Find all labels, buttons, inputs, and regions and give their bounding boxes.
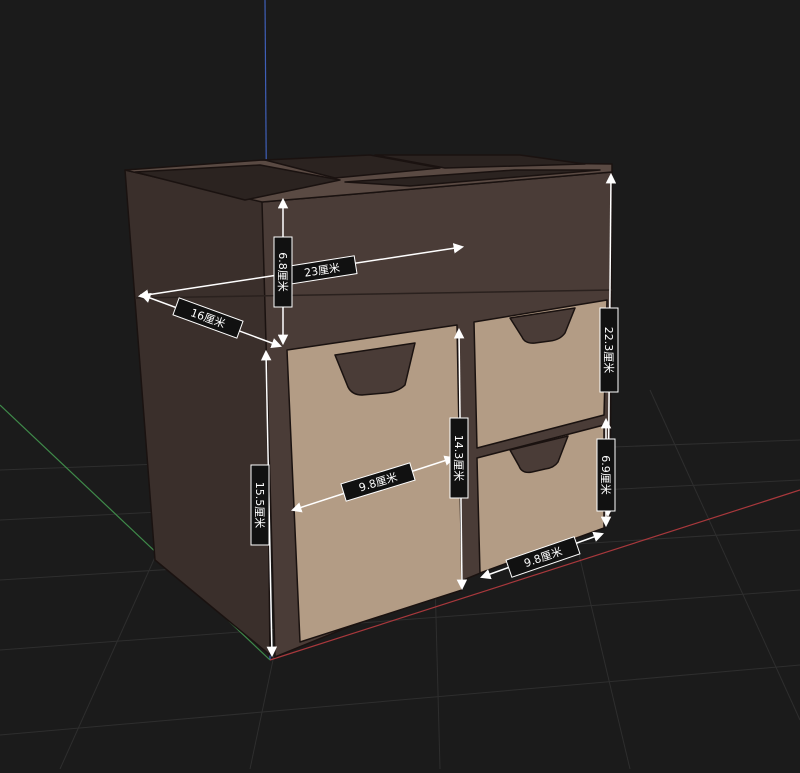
label-top-height: 6.8厘米 xyxy=(273,236,293,308)
label-large-drawer-height-text: 14.3厘米 xyxy=(452,435,465,482)
label-large-drawer-height: 14.3厘米 xyxy=(449,417,469,499)
viewport-canvas[interactable]: 23厘米 16厘米 6.8厘米 15.5厘米 22.3厘米 14.3厘米 9.8… xyxy=(0,0,800,770)
label-top-height-text: 6.8厘米 xyxy=(276,252,289,292)
label-small-drawer-height: 6.9厘米 xyxy=(596,438,616,512)
label-small-drawer-height-text: 6.9厘米 xyxy=(599,455,612,495)
label-total-height-front-text: 22.3厘米 xyxy=(602,327,615,374)
label-total-height-side-text: 15.5厘米 xyxy=(253,482,266,529)
label-total-height-side: 15.5厘米 xyxy=(250,464,270,546)
3d-viewport[interactable]: 23厘米 16厘米 6.8厘米 15.5厘米 22.3厘米 14.3厘米 9.8… xyxy=(0,0,800,770)
label-total-height-front: 22.3厘米 xyxy=(599,307,619,393)
